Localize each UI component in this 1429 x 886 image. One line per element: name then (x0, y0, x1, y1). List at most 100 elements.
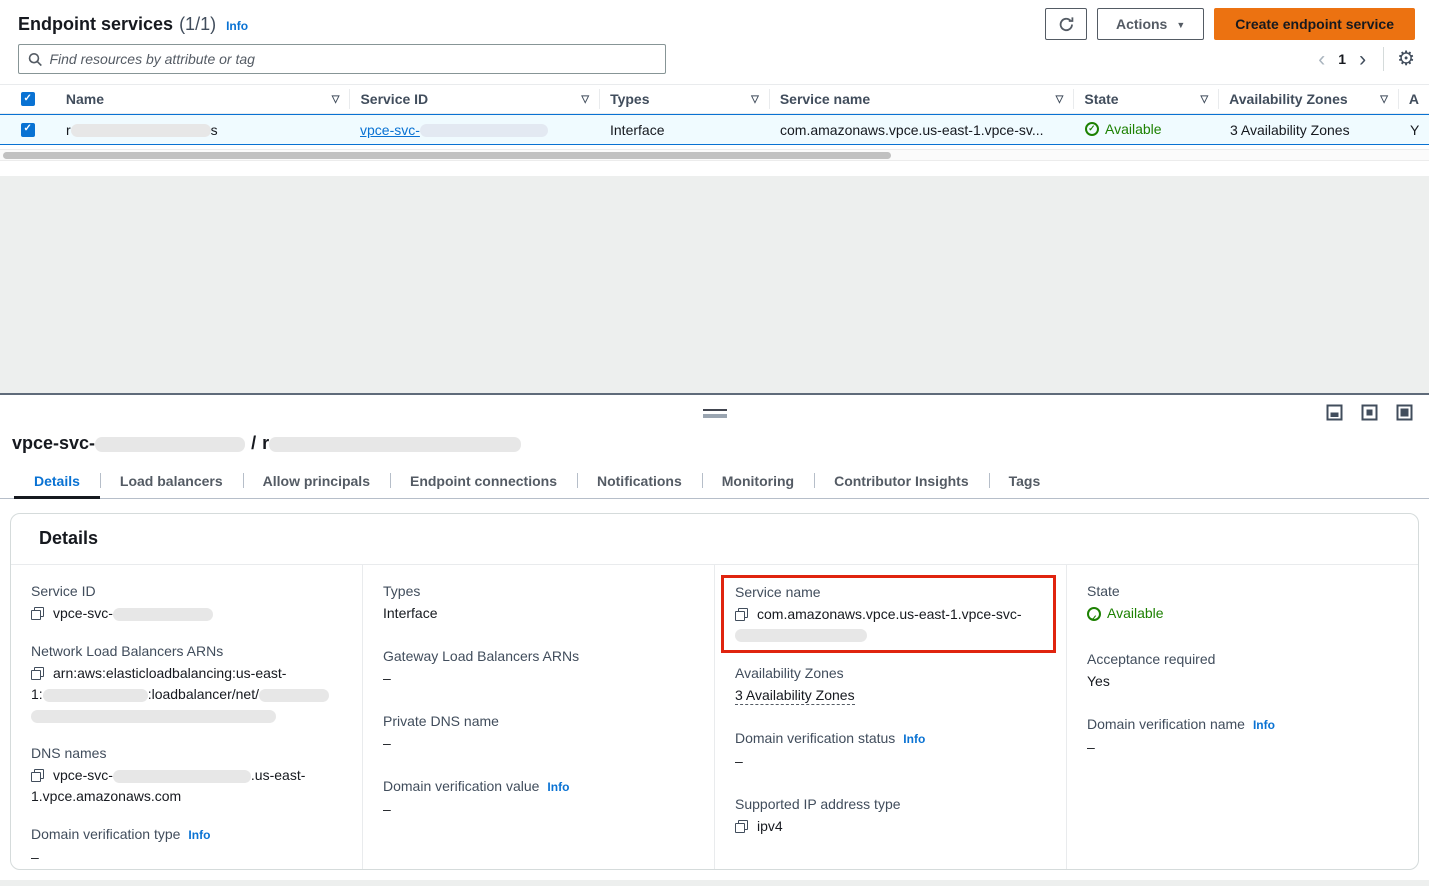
availability-zones-link[interactable]: 3 Availability Zones (735, 687, 855, 705)
panel-layout-controls (1326, 404, 1413, 421)
info-link[interactable]: Info (188, 828, 210, 842)
tab-endpoint-connections[interactable]: Endpoint connections (390, 466, 577, 498)
field-glb-arns: Gateway Load Balancers ARNs – (383, 646, 694, 689)
availability-zones-link[interactable]: 3 Availability Zones (1230, 122, 1350, 138)
redacted-text (735, 629, 867, 642)
search-icon (28, 52, 42, 67)
tab-allow-principals[interactable]: Allow principals (243, 466, 390, 498)
actions-button[interactable]: Actions ▼ (1097, 8, 1204, 40)
scrollbar-thumb[interactable] (3, 152, 891, 159)
field-domain-verification-name: Domain verification nameInfo – (1087, 714, 1398, 758)
cell-state: Available (1075, 121, 1220, 139)
column-header-types[interactable]: Types ▽ (599, 89, 769, 109)
search-input[interactable] (49, 51, 656, 67)
details-columns: Service ID vpce-svc- Network Load Balanc… (11, 565, 1418, 870)
copy-icon[interactable] (31, 667, 44, 680)
endpoint-services-table: Name ▽ Service ID ▽ Types ▽ Service name… (0, 84, 1429, 161)
tab-monitoring[interactable]: Monitoring (702, 466, 814, 498)
column-header-service-id[interactable]: Service ID ▽ (349, 89, 599, 109)
copy-icon[interactable] (735, 820, 748, 833)
field-supported-ip: Supported IP address type ipv4 (735, 794, 1046, 837)
column-header-name[interactable]: Name ▽ (56, 89, 350, 109)
select-all-cell (0, 92, 56, 106)
header-buttons: Actions ▼ Create endpoint service (1045, 8, 1415, 40)
field-dns-names: DNS names vpce-svc-.us-east- 1.vpce.amaz… (31, 743, 342, 807)
panel-fullscreen-icon[interactable] (1396, 404, 1413, 421)
redacted-text (113, 770, 251, 783)
field-service-id: Service ID vpce-svc- (31, 581, 342, 624)
pager-divider (1383, 47, 1384, 71)
search-row: ‹ 1 › ⚙ (0, 44, 1429, 74)
tab-details[interactable]: Details (14, 466, 100, 498)
tab-tags[interactable]: Tags (989, 466, 1061, 498)
previous-page-icon[interactable]: ‹ (1318, 49, 1325, 70)
filter-icon[interactable]: ▽ (751, 94, 759, 105)
cell-service-id: vpce-svc- (350, 122, 600, 138)
field-domain-verification-status: Domain verification statusInfo – (735, 728, 1046, 772)
row-checkbox[interactable] (21, 123, 35, 137)
field-acceptance-required: Acceptance required Yes (1087, 649, 1398, 692)
info-link[interactable]: Info (903, 732, 925, 746)
tab-notifications[interactable]: Notifications (577, 466, 702, 498)
info-link[interactable]: Info (547, 780, 569, 794)
copy-icon[interactable] (31, 769, 44, 782)
filter-icon[interactable]: ▽ (332, 94, 340, 105)
horizontal-scrollbar[interactable] (0, 149, 1429, 161)
table-row[interactable]: rs vpce-svc- Interface com.amazonaws.vpc… (0, 114, 1429, 145)
details-card-title: Details (11, 514, 1418, 565)
column-header-acceptance[interactable]: A (1398, 89, 1429, 109)
redacted-text (269, 437, 521, 452)
details-card: Details Service ID vpce-svc- Network Loa… (10, 513, 1419, 870)
info-link[interactable]: Info (1253, 718, 1275, 732)
copy-icon[interactable] (735, 608, 748, 621)
endpoint-services-list-pane: Endpoint services (1/1) Info Actions ▼ C… (0, 0, 1429, 176)
actions-label: Actions (1116, 16, 1167, 32)
next-page-icon[interactable]: › (1359, 49, 1366, 70)
select-all-checkbox[interactable] (21, 92, 35, 106)
panel-title: vpce-svc-/r (0, 395, 1429, 454)
panel-position-side-icon[interactable] (1361, 404, 1378, 421)
create-endpoint-service-button[interactable]: Create endpoint service (1214, 8, 1415, 40)
redacted-text (43, 689, 148, 702)
details-column-2: Types Interface Gateway Load Balancers A… (362, 565, 714, 870)
filter-icon[interactable]: ▽ (1380, 94, 1388, 105)
field-domain-verification-type: Domain verification typeInfo – (31, 824, 342, 868)
filter-icon[interactable]: ▽ (1200, 94, 1208, 105)
split-panel-drag-handle[interactable] (703, 409, 727, 418)
field-private-dns-name: Private DNS name – (383, 711, 694, 754)
column-header-service-name[interactable]: Service name ▽ (769, 89, 1074, 109)
details-column-4: State Available Acceptance required Yes … (1066, 565, 1418, 870)
details-column-1: Service ID vpce-svc- Network Load Balanc… (11, 565, 362, 870)
refresh-button[interactable] (1045, 8, 1087, 40)
field-types: Types Interface (383, 581, 694, 624)
column-header-availability-zones[interactable]: Availability Zones ▽ (1218, 89, 1398, 109)
cell-availability-zones: 3 Availability Zones (1220, 122, 1400, 138)
row-select-cell (0, 123, 56, 137)
resource-count: (1/1) (179, 14, 216, 35)
gear-icon[interactable]: ⚙ (1397, 49, 1415, 69)
cell-types: Interface (600, 122, 770, 138)
field-availability-zones: Availability Zones 3 Availability Zones (735, 663, 1046, 706)
search-box[interactable] (18, 44, 666, 74)
info-link[interactable]: Info (226, 19, 248, 33)
copy-icon[interactable] (31, 607, 44, 620)
tab-load-balancers[interactable]: Load balancers (100, 466, 243, 498)
chevron-down-icon: ▼ (1176, 20, 1185, 30)
page-background (0, 176, 1429, 393)
field-domain-verification-value: Domain verification valueInfo – (383, 776, 694, 820)
details-column-3: Service name com.amazonaws.vpce.us-east-… (714, 565, 1066, 870)
list-header: Endpoint services (1/1) Info Actions ▼ C… (0, 0, 1429, 44)
tab-contributor-insights[interactable]: Contributor Insights (814, 466, 989, 498)
filter-icon[interactable]: ▽ (581, 94, 589, 105)
cell-service-name: com.amazonaws.vpce.us-east-1.vpce-sv... (770, 122, 1075, 138)
table-header-row: Name ▽ Service ID ▽ Types ▽ Service name… (0, 84, 1429, 114)
column-header-state[interactable]: State ▽ (1073, 89, 1218, 109)
current-page[interactable]: 1 (1338, 51, 1346, 67)
filter-icon[interactable]: ▽ (1056, 94, 1064, 105)
service-id-link[interactable]: vpce-svc- (360, 122, 548, 138)
redacted-text (259, 689, 329, 702)
title-group: Endpoint services (1/1) Info (18, 14, 248, 35)
field-service-name-highlighted: Service name com.amazonaws.vpce.us-east-… (721, 575, 1056, 653)
success-check-icon (1085, 122, 1099, 136)
panel-position-bottom-icon[interactable] (1326, 404, 1343, 421)
